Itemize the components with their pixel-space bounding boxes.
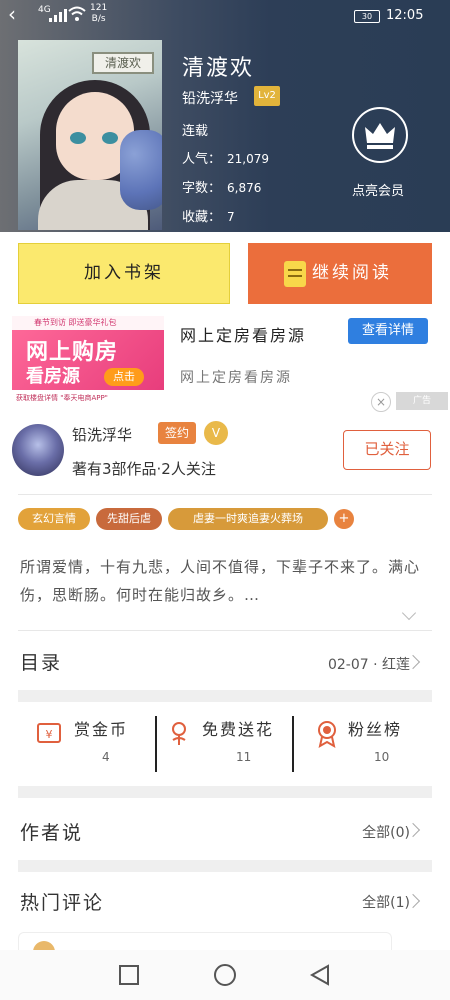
vip-label[interactable]: 点亮会员 [352,180,422,199]
continue-reading-button[interactable]: 继续阅读 [248,243,432,304]
cover-eye [102,132,118,144]
author-says-all[interactable]: 全部(0) [362,822,410,842]
more-tags-button[interactable]: + [334,509,354,529]
word-count-value: 6,876 [227,181,262,195]
author-says-title[interactable]: 作者说 [20,818,83,845]
system-nav-bar [0,950,450,1000]
author-avatar[interactable] [12,424,64,476]
ad-image-click: 点击 [104,368,144,386]
reward-coins-label: 赏金币 [74,720,129,739]
ad-title[interactable]: 网上定房看房源 [180,322,306,346]
book-icon [284,261,306,287]
book-title: 清渡欢 [182,56,255,81]
section-separator [18,690,432,702]
crown-icon [365,123,395,149]
separator [155,716,157,772]
signal-icon [49,9,67,22]
add-to-shelf-button[interactable]: 加入书架 [18,243,230,304]
ad-image[interactable]: 春节到访 即送豪华礼包 网上购房 看房源 点击 获取楼盘详情 "奉天电商APP" [12,316,164,406]
home-circle-icon[interactable] [214,964,236,986]
hot-comments-all[interactable]: 全部(1) [362,892,410,912]
vip-button[interactable] [352,107,408,163]
ad-subtitle[interactable]: 网上定房看房源 [180,367,292,387]
clock-time: 12:05 [386,8,424,23]
network-speed: 121 B/s [90,3,107,25]
ad-tag: 广告 [396,392,448,410]
ad-detail-button[interactable]: 查看详情 [348,318,428,344]
reward-coins-item[interactable]: ¥ 赏金币 4 [34,712,154,774]
square-nav-icon[interactable] [119,965,139,985]
coin-icon: ¥ [37,723,61,743]
hot-comments-title[interactable]: 热门评论 [20,888,104,915]
popularity-label: 人气： [182,152,222,167]
speed-unit: B/s [91,14,106,24]
separator [292,716,294,772]
ad-close-icon[interactable]: × [371,392,391,412]
fan-ranking-count: 10 [374,750,390,764]
book-status: 连载 [182,124,209,139]
cover-eye [70,132,86,144]
popularity-value: 21,079 [227,152,270,166]
favorites-label: 收藏： [182,210,222,225]
divider [18,494,432,495]
author-works: 著有3部作品·2人关注 [72,460,216,478]
level-badge: Lv2 [254,86,280,106]
book-header: ‹ 4G 121 B/s 30 12:05 清渡欢 清渡欢 铅洗浮华 Lv2 连… [0,0,450,232]
status-bar: ‹ 4G 121 B/s 30 12:05 [0,0,450,32]
popularity-row: 人气： 21,079 [182,148,269,167]
wifi-icon [68,6,86,21]
genre-tag[interactable]: 玄幻言情 [18,508,90,530]
author-name[interactable]: 铅洗浮华 [72,424,132,445]
reward-coins-count: 4 [102,750,110,764]
back-triangle-icon[interactable] [308,964,332,986]
fan-ranking-label: 粉丝榜 [348,720,403,739]
svg-text:¥: ¥ [46,728,53,741]
send-flowers-item[interactable]: 免费送花 11 [164,712,290,774]
toc-title[interactable]: 目录 [20,648,62,675]
book-cover[interactable]: 清渡欢 [18,40,162,230]
fan-ranking-item[interactable]: 粉丝榜 10 [312,712,432,774]
continue-reading-label: 继续阅读 [312,263,392,283]
book-author[interactable]: 铅洗浮华 [182,88,238,108]
favorites-row: 收藏： 7 [182,206,235,225]
medal-icon [318,721,336,748]
ad-image-footer: 获取楼盘详情 "奉天电商APP" [12,390,164,406]
genre-tag[interactable]: 虐妻一时爽追妻火葬场 [168,508,328,530]
section-separator [18,786,432,798]
signed-badge: 签约 [158,422,196,444]
send-flowers-count: 11 [236,750,252,764]
word-count-row: 字数： 6,876 [182,177,261,196]
cover-flowers [120,130,162,210]
favorites-value: 7 [227,210,235,224]
section-separator [18,860,432,872]
back-arrow-icon[interactable]: ‹ [8,2,16,26]
send-flowers-label: 免费送花 [202,720,275,739]
book-synopsis[interactable]: 所谓爱情，十有九悲，人间不值得，下辈子不来了。满心伤，思断肠。何时在能归故乡。… [20,553,434,609]
genre-tag[interactable]: 先甜后虐 [96,508,162,530]
battery-icon: 30 [354,10,380,23]
toc-latest-chapter[interactable]: 02-07 · 红莲 [328,654,410,674]
speed-value: 121 [90,3,108,13]
ad-image-subheadline: 看房源 [26,366,80,387]
flower-icon [172,722,186,745]
follow-button[interactable]: 已关注 [343,430,431,470]
word-count-label: 字数： [182,181,222,196]
cover-sign: 清渡欢 [92,52,154,74]
ad-image-top: 春节到访 即送豪华礼包 [12,316,164,330]
verified-badge-icon: V [204,421,228,445]
divider [18,630,432,631]
